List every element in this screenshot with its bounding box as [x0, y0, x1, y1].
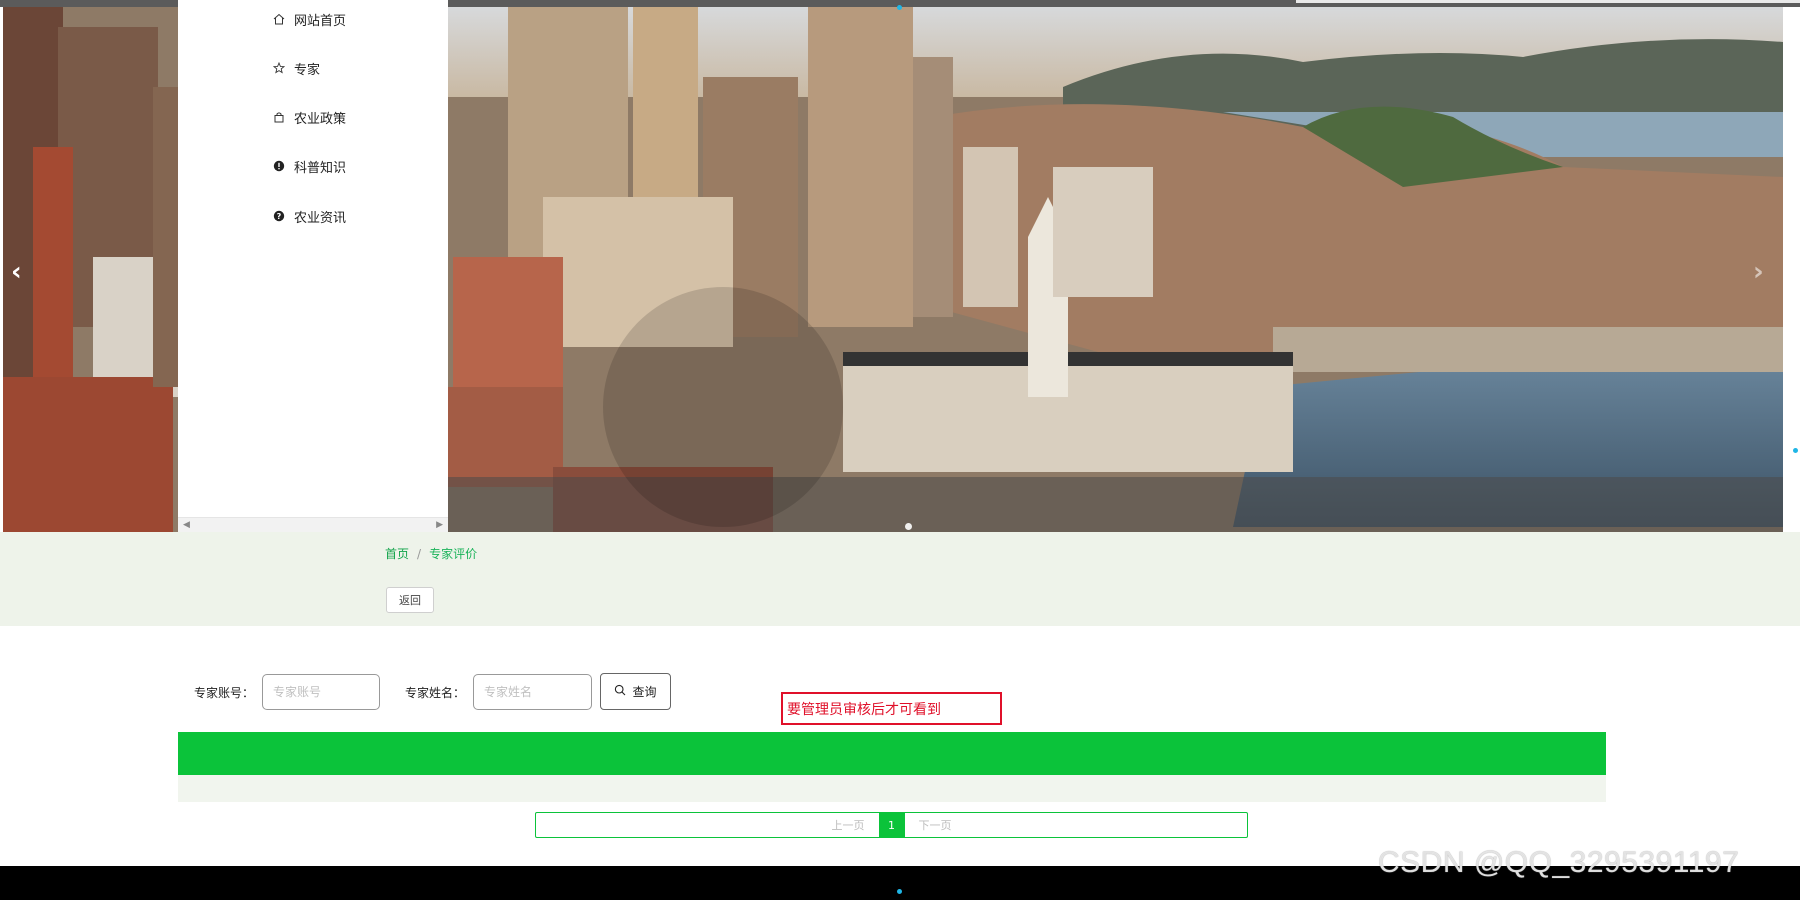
csdn-watermark: CSDN @QQ_3295391197 — [1378, 846, 1740, 879]
menu-item-science-knowledge[interactable]: 科普知识 — [272, 156, 346, 176]
table-header — [178, 732, 1606, 775]
breadcrumb-section — [0, 532, 1800, 626]
selection-handle — [897, 5, 902, 10]
breadcrumb-separator: / — [417, 546, 422, 561]
expert-name-label: 专家姓名： — [405, 686, 466, 700]
next-page-button[interactable]: 下一页 — [919, 817, 952, 833]
breadcrumb: 首页 / 专家评价 — [385, 545, 477, 562]
page-number-button[interactable]: 1 — [878, 813, 905, 837]
query-button-label: 查询 — [632, 685, 657, 699]
breadcrumb-home-link[interactable]: 首页 — [385, 545, 409, 562]
nav-dropdown-menu: 网站首页 专家 农业政策 科普知识 ? 农业资讯 ◀ ▶ — [178, 0, 448, 533]
selection-handle — [1793, 448, 1798, 453]
search-icon — [614, 684, 626, 699]
menu-horizontal-scrollbar[interactable]: ◀ ▶ — [178, 517, 448, 533]
banner-next-arrow[interactable]: › — [1753, 257, 1764, 287]
bag-icon — [272, 110, 286, 124]
info-circle-icon — [272, 159, 286, 173]
menu-item-home[interactable]: 网站首页 — [272, 9, 346, 29]
banner-prev-arrow[interactable]: ‹ — [11, 257, 22, 287]
prev-page-button[interactable]: 上一页 — [832, 817, 865, 833]
svg-text:?: ? — [277, 212, 282, 221]
expert-account-label: 专家账号： — [194, 686, 255, 700]
pagination: 上一页 1 下一页 — [535, 812, 1248, 838]
menu-item-agri-policy[interactable]: 农业政策 — [272, 107, 346, 127]
annotation-note: 要管理员审核后才可看到 — [781, 692, 1002, 725]
selection-handle — [897, 889, 902, 894]
menu-item-label: 科普知识 — [294, 160, 347, 176]
question-circle-icon: ? — [272, 209, 286, 223]
menu-item-label: 专家 — [294, 62, 321, 78]
expert-name-input[interactable] — [473, 674, 592, 710]
back-button[interactable]: 返回 — [386, 587, 434, 613]
home-icon — [272, 12, 286, 26]
table-body — [178, 775, 1606, 802]
breadcrumb-current: 专家评价 — [429, 547, 478, 561]
banner-indicator-dot[interactable] — [905, 523, 912, 530]
menu-item-experts[interactable]: 专家 — [272, 58, 320, 78]
menu-item-label: 网站首页 — [294, 13, 347, 29]
window-top-bar-highlight — [1296, 0, 1800, 3]
star-icon — [272, 61, 286, 75]
scroll-right-icon[interactable]: ▶ — [436, 520, 443, 530]
menu-item-agri-news[interactable]: ? 农业资讯 — [272, 206, 346, 226]
query-button[interactable]: 查询 — [600, 673, 671, 710]
menu-item-label: 农业政策 — [294, 111, 347, 127]
scroll-left-icon[interactable]: ◀ — [183, 520, 190, 530]
expert-account-input[interactable] — [262, 674, 380, 710]
menu-item-label: 农业资讯 — [294, 210, 347, 226]
